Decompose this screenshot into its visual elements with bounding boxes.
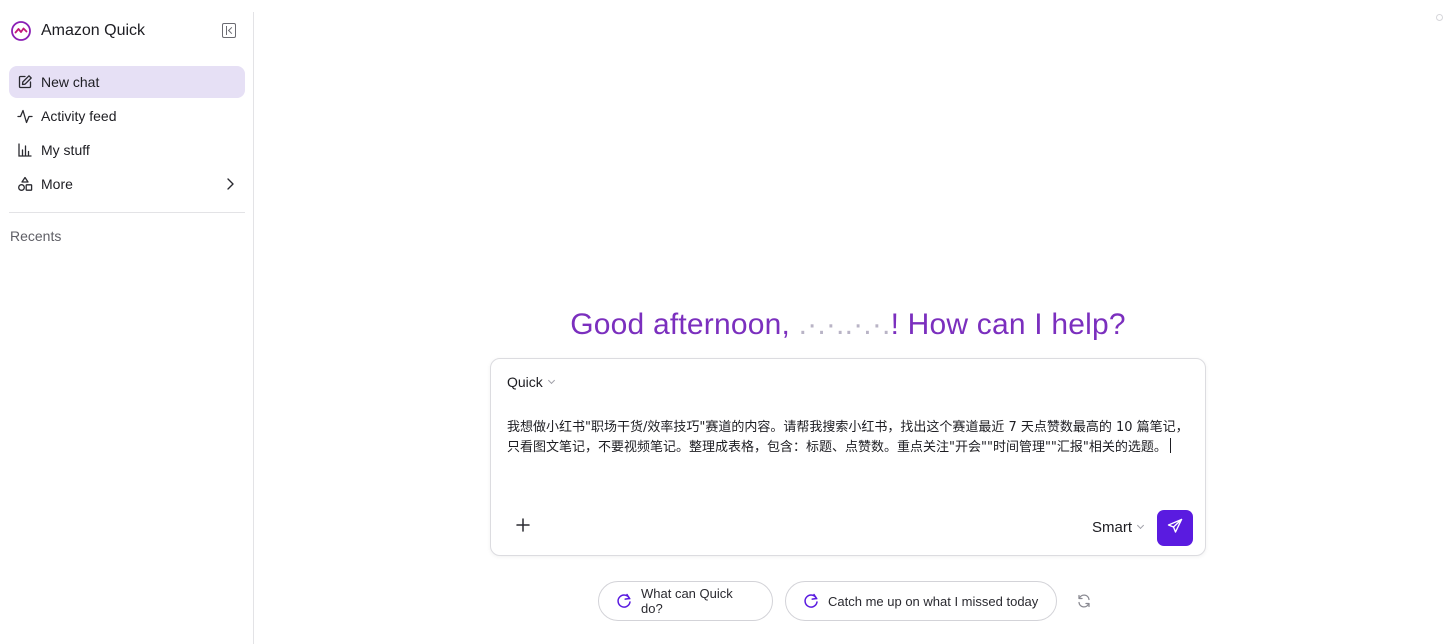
sidebar-nav: New chat Activity feed My stuff More xyxy=(9,66,245,202)
pencil-square-icon xyxy=(16,73,34,91)
send-button[interactable] xyxy=(1157,510,1193,546)
suggestion-chip-label: What can Quick do? xyxy=(641,586,733,616)
suggestion-chip-what-can-quick-do[interactable]: What can Quick do? xyxy=(598,581,773,621)
sidebar-divider xyxy=(9,212,245,213)
suggestion-chips: What can Quick do? Catch me up on what I… xyxy=(598,581,1093,621)
brand[interactable]: Amazon Quick xyxy=(10,20,242,42)
amazon-quick-logo-icon xyxy=(10,20,32,42)
agent-selector[interactable]: Quick xyxy=(507,374,555,390)
nav-item-label: Activity feed xyxy=(41,108,117,124)
chat-composer: Quick 我想做小红书"职场干货/效率技巧"赛道的内容。请帮我搜索小红书，找出… xyxy=(490,358,1206,556)
shapes-icon xyxy=(16,175,34,193)
nav-item-label: My stuff xyxy=(41,142,90,158)
agent-selector-label: Quick xyxy=(507,374,543,390)
suggestion-chip-catch-me-up[interactable]: Catch me up on what I missed today xyxy=(785,581,1057,621)
model-selector-label: Smart xyxy=(1091,519,1132,536)
sparkle-loop-icon xyxy=(615,592,633,610)
recents-heading: Recents xyxy=(10,228,62,244)
nav-item-label: More xyxy=(41,176,73,192)
attach-plus-icon[interactable] xyxy=(515,517,531,533)
greeting-heading: Good afternoon, .·.·..·.·.! How can I he… xyxy=(490,308,1206,342)
greeting-suffix: ! How can I help? xyxy=(890,308,1126,341)
text-cursor xyxy=(1169,438,1171,453)
nav-item-new-chat[interactable]: New chat xyxy=(9,66,245,98)
activity-pulse-icon xyxy=(16,107,34,125)
brand-name: Amazon Quick xyxy=(41,22,146,39)
sparkle-loop-icon xyxy=(802,592,820,610)
greeting-prefix: Good afternoon, xyxy=(570,308,799,341)
chevron-down-icon xyxy=(547,376,555,384)
nav-item-label: New chat xyxy=(41,74,100,90)
prompt-input[interactable]: 我想做小红书"职场干货/效率技巧"赛道的内容。请帮我搜索小红书，找出这个赛道最近… xyxy=(507,418,1191,458)
nav-item-more[interactable]: More xyxy=(9,168,245,200)
status-dot-icon xyxy=(1436,14,1443,21)
model-selector[interactable]: Smart xyxy=(1091,519,1145,536)
sidebar-collapse-icon[interactable] xyxy=(222,23,236,38)
refresh-icon[interactable] xyxy=(1075,592,1093,610)
prompt-input-value: 我想做小红书"职场干货/效率技巧"赛道的内容。请帮我搜索小红书，找出这个赛道最近… xyxy=(507,420,1189,455)
chevron-down-icon xyxy=(1136,521,1145,530)
nav-item-activity-feed[interactable]: Activity feed xyxy=(9,100,245,132)
paper-plane-icon xyxy=(1167,518,1183,539)
nav-item-my-stuff[interactable]: My stuff xyxy=(9,134,245,166)
greeting-user-name: .·.·..·.·. xyxy=(798,308,891,341)
sidebar: Amazon Quick New chat Activity feed My s… xyxy=(0,12,254,644)
app-root: Amazon Quick New chat Activity feed My s… xyxy=(0,0,1453,644)
suggestion-chip-label: Catch me up on what I missed today xyxy=(828,593,1039,609)
bar-chart-icon xyxy=(16,141,34,159)
chevron-right-icon xyxy=(225,177,235,194)
